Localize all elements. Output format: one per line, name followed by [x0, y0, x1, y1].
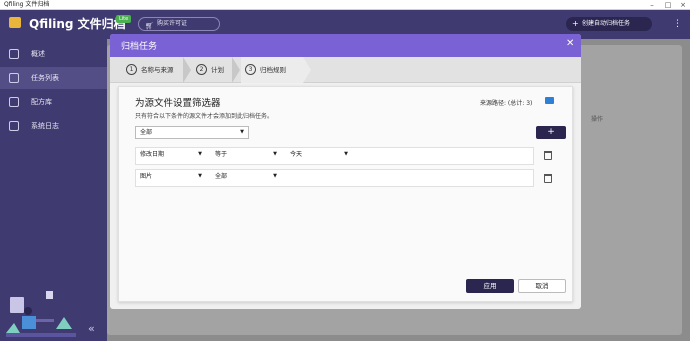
- filter-title: 为源文件设置筛选器: [135, 98, 221, 109]
- close-icon[interactable]: ✕: [566, 38, 574, 49]
- sidebar: 概述 任务列表 配方库 系统日志 «: [0, 39, 107, 341]
- sidebar-item-label: 配方库: [31, 98, 52, 106]
- sidebar-item-overview[interactable]: 概述: [0, 43, 107, 65]
- step-label: 计划: [211, 66, 224, 74]
- step-number: 3: [245, 63, 256, 75]
- add-rule-button[interactable]: +: [536, 126, 566, 139]
- step-label: 归档规则: [260, 66, 286, 74]
- list-icon: [9, 73, 19, 83]
- sidebar-item-label: 任务列表: [31, 74, 59, 82]
- source-path-icon[interactable]: [545, 97, 554, 104]
- cart-icon: 🛒︎: [145, 22, 154, 30]
- match-mode-value: 全部: [140, 129, 153, 136]
- step-number: 1: [126, 63, 137, 75]
- collapse-sidebar-icon[interactable]: «: [88, 322, 95, 335]
- chevron-down-icon: ▼: [273, 173, 277, 179]
- rule-field-value: 图片: [140, 173, 153, 180]
- rule-field-select[interactable]: 图片 ▼: [136, 171, 206, 184]
- close-window-icon[interactable]: ×: [677, 0, 689, 10]
- filter-subtitle: 只有符合以下条件的源文件才会添加到此归档任务。: [135, 113, 274, 120]
- chevron-down-icon: ▼: [344, 151, 348, 157]
- apply-button[interactable]: 应用: [466, 279, 514, 293]
- app-name: Qfiling 文件归档: [29, 17, 126, 31]
- log-icon: [9, 121, 19, 131]
- chevron-down-icon: ▼: [273, 151, 277, 157]
- recipe-icon: [9, 97, 19, 107]
- trash-icon[interactable]: [544, 174, 552, 183]
- dialog-title: 归档任务: [121, 42, 158, 52]
- minimize-icon[interactable]: –: [646, 0, 658, 10]
- sidebar-item-system-log[interactable]: 系统日志: [0, 115, 107, 137]
- rule-field-select[interactable]: 修改日期 ▼: [136, 149, 206, 162]
- cancel-button[interactable]: 取消: [518, 279, 566, 293]
- maximize-icon[interactable]: □: [662, 0, 674, 10]
- chevron-right-icon: [183, 57, 191, 83]
- sidebar-item-label: 系统日志: [31, 122, 59, 130]
- step-label: 名称与来源: [141, 66, 174, 74]
- operations-column-header: 操作: [591, 116, 604, 123]
- trash-icon[interactable]: [544, 151, 552, 160]
- archive-task-dialog: 归档任务 ✕ 1 名称与来源 2 计划 3 归档规则 为源文件设置筛选器 只有符合以下…: [110, 34, 581, 309]
- source-path-count: 来源路径: (总计: 3): [480, 100, 533, 107]
- chevron-down-icon: ▼: [198, 151, 202, 157]
- chevron-right-icon: [303, 57, 311, 83]
- chevron-down-icon: ▼: [240, 129, 244, 135]
- sidebar-item-label: 概述: [31, 50, 45, 58]
- create-auto-task-button[interactable]: + 创建自动归档任务: [566, 17, 652, 31]
- chevron-down-icon: ▼: [198, 173, 202, 179]
- chevron-right-icon: [232, 57, 240, 83]
- step-archive-rules[interactable]: 3 归档规则: [241, 57, 303, 83]
- dialog-header: 归档任务 ✕: [110, 34, 581, 57]
- sidebar-item-recipe-library[interactable]: 配方库: [0, 91, 107, 113]
- window-title: Qfiling 文件归档: [4, 1, 50, 8]
- match-mode-select[interactable]: 全部 ▼: [135, 126, 249, 139]
- filter-rule-row: 修改日期 ▼ 等于 ▼ 今天 ▼: [135, 147, 534, 165]
- step-number: 2: [196, 63, 207, 75]
- grid-icon: [9, 49, 19, 59]
- filter-card: 为源文件设置筛选器 只有符合以下条件的源文件才会添加到此归档任务。 来源路径: …: [118, 86, 573, 302]
- window-titlebar: Qfiling 文件归档: [0, 0, 690, 10]
- rule-operator-select[interactable]: 全部 ▼: [211, 171, 281, 184]
- app-logo-icon: [9, 17, 21, 28]
- rule-value-select[interactable]: 今天 ▼: [286, 149, 352, 162]
- lite-badge: Lite: [116, 15, 132, 23]
- illustration-image: [6, 291, 76, 337]
- rule-operator-value: 等于: [215, 151, 228, 158]
- filter-rule-row: 图片 ▼ 全部 ▼: [135, 169, 534, 187]
- rule-field-value: 修改日期: [140, 151, 165, 158]
- sidebar-item-task-list[interactable]: 任务列表: [0, 67, 107, 89]
- buy-license-button[interactable]: 🛒︎ 购买许可证: [138, 17, 220, 31]
- plus-icon: +: [572, 19, 579, 28]
- create-auto-task-label: 创建自动归档任务: [582, 20, 631, 27]
- wizard-steps: 1 名称与来源 2 计划 3 归档规则: [110, 57, 581, 83]
- rule-operator-value: 全部: [215, 173, 228, 180]
- step-schedule[interactable]: 2 计划: [196, 57, 236, 83]
- rule-operator-select[interactable]: 等于 ▼: [211, 149, 281, 162]
- more-menu-icon[interactable]: ⋮: [673, 19, 682, 29]
- buy-license-label: 购买许可证: [157, 20, 188, 27]
- rule-value-value: 今天: [290, 151, 303, 158]
